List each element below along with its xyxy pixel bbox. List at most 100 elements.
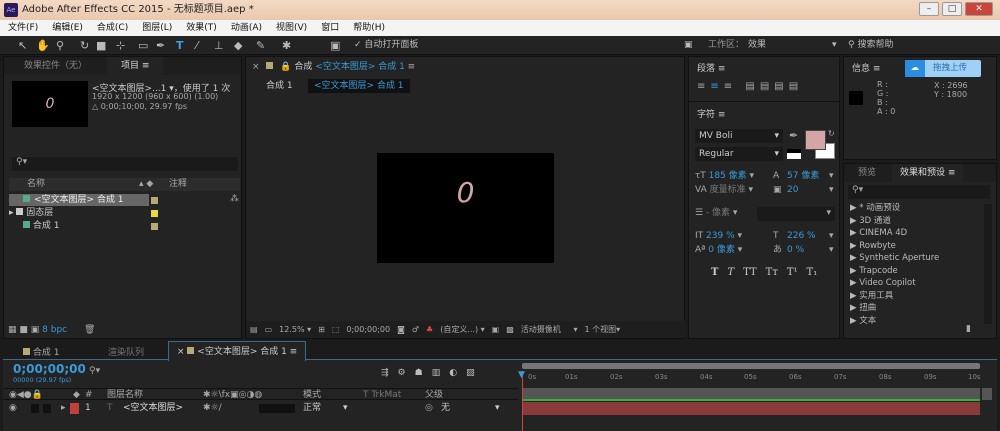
render-queue-tab[interactable]: 渲染队列 [108,345,144,358]
views-select[interactable]: 1 个视图▾ [585,321,621,338]
effects-category[interactable]: ▶ 文本 [844,315,982,328]
menu-animation[interactable]: 动画(A) [231,20,262,36]
tracking-field[interactable]: 20 [787,184,798,197]
leading-field[interactable]: 57 像素 [787,170,819,183]
menu-layer[interactable]: 图层(L) [142,20,172,36]
effects-category[interactable]: ▶ 3D 通道 [844,215,982,228]
selection-tool-icon[interactable]: ↖ [18,39,27,52]
hand-tool-icon[interactable]: ✋ [36,39,50,52]
menu-view[interactable]: 视图(V) [276,20,307,36]
effects-category[interactable]: ▶ * 动画预设 [844,202,982,215]
swap-colors-icon[interactable]: ↻ [828,129,835,138]
menu-composition[interactable]: 合成(C) [97,20,128,36]
current-time[interactable]: 0;00;00;00 [346,321,390,338]
timeline-scroll-handle[interactable] [982,388,992,400]
effects-search-input[interactable]: ⚲▾ [848,185,990,199]
font-size-field[interactable]: 185 像素 [709,171,747,181]
menu-window[interactable]: 窗口 [321,20,339,36]
close-button[interactable]: ✕ [965,2,993,16]
label-swatch[interactable] [151,210,158,217]
font-family-select[interactable]: MV Boli ▾ [695,129,783,143]
delete-icon[interactable]: 🗑 [84,325,95,335]
layer-name[interactable]: <空文本图层> [123,402,183,415]
roto-brush-tool-icon[interactable]: ✎ [256,39,265,52]
justify-all-icon[interactable]: ▤ [789,81,803,92]
project-item[interactable]: ▸ 固态层 [9,207,53,219]
label-swatch[interactable] [151,197,158,204]
interpret-footage-icon[interactable]: ▦ [8,325,17,335]
visibility-icon[interactable]: ◉ [9,402,17,415]
faux-bold-button[interactable]: T [711,267,718,278]
close-tab-icon[interactable]: × [252,62,260,72]
justify-right-icon[interactable]: ▤ [774,81,788,92]
comp-breadcrumb-item[interactable]: <空文本图层> 合成 1 [308,79,410,93]
shy-icon[interactable]: ☗ [415,368,432,378]
frame-blending-icon[interactable]: ▥ [432,368,450,378]
eraser-tool-icon[interactable]: ◆ [234,39,242,52]
maximize-button[interactable]: □ [942,2,962,16]
project-search-input[interactable]: ⚲▾ [12,157,238,171]
tab-preview[interactable]: 预览 [850,164,884,182]
subscript-button[interactable]: T₁ [807,267,818,278]
justify-center-icon[interactable]: ▤ [760,81,774,92]
clone-stamp-tool-icon[interactable]: ⊥ [214,39,224,52]
stroke-type-select[interactable]: ▾ [757,207,835,221]
monitor-icon[interactable]: ▭ [265,321,273,338]
layer-row[interactable]: ◉ ▸ 1 T <空文本图层> ✱☼/ 正常 ▾ ◎ 无 ▾ [3,402,518,415]
tab-effects-presets[interactable]: 效果和预设 ≡ [892,164,964,182]
work-area-bar[interactable] [522,363,980,369]
menu-file[interactable]: 文件(F) [8,20,38,36]
comp-breadcrumb-item[interactable]: 合成 1 [266,79,293,93]
pen-tool-icon[interactable]: ✒ [156,39,165,52]
kerning-field[interactable]: 度量标准 [710,185,746,195]
justify-left-icon[interactable]: ▤ [745,81,759,92]
align-right-icon[interactable]: ≡ [724,81,737,92]
workspace-select[interactable]: 效果 ▾ [748,39,838,52]
all-caps-button[interactable]: TT [743,267,757,278]
graph-editor-icon[interactable]: ▨ [466,368,484,378]
comp-tab[interactable]: × 🔒 合成 <空文本图层> 合成 1 ≡ [252,61,415,73]
font-style-select[interactable]: Regular ▾ [695,147,783,161]
menu-effect[interactable]: 效果(T) [186,20,217,36]
fill-color-swatch[interactable] [805,130,826,150]
puppet-pin-tool-icon[interactable]: ✱ [282,39,291,52]
motion-blur-icon[interactable]: ◐ [449,368,466,378]
new-preset-icon[interactable]: ▮ [966,324,971,334]
effects-category[interactable]: ▶ Synthetic Aperture [844,252,982,265]
lock-icon[interactable]: 🔒 [280,62,291,72]
draft-3d-icon[interactable]: ⚙ [398,368,415,378]
minimize-button[interactable]: – [919,2,939,16]
comp-flowchart-icon[interactable]: ⇶ [381,368,398,378]
camera-tool-icon[interactable]: ■ [96,39,106,52]
rotate-tool-icon[interactable]: ↻ [80,39,89,52]
superscript-button[interactable]: T¹ [787,267,798,278]
camera-select[interactable]: 活动摄像机 ▾ [521,321,578,338]
project-item[interactable]: 合成 1 [23,220,59,232]
tab-project[interactable]: 项目 ≡ [107,57,164,75]
label-swatch[interactable] [151,223,158,230]
timeline-tab[interactable]: 合成 1 [23,345,59,358]
brush-tool-icon[interactable]: ⁄ [196,39,198,52]
zoom-select[interactable]: 12.5% ▾ [279,321,311,338]
search-help[interactable]: ⚲ 搜索帮助 [848,39,893,52]
menu-edit[interactable]: 编辑(E) [52,20,83,36]
new-composition-icon[interactable]: ▣ [31,325,40,335]
col-layer-name[interactable]: 图层名称 [107,389,143,401]
zoom-tool-icon[interactable]: ⚲ [56,39,64,52]
text-tool-icon[interactable]: T [176,39,184,52]
timeline-search-input[interactable]: ⚲▾ [85,366,235,380]
pick-whip-icon[interactable]: ◎ [425,402,433,415]
stroke-width-field[interactable]: - 像素 [706,208,730,218]
small-caps-button[interactable]: Tт [766,267,778,278]
region-of-interest-icon[interactable]: ▣ [492,321,500,338]
auto-open-panels-checkbox[interactable]: ✓ 自动打开面板 [354,39,418,52]
transparency-icon[interactable]: ⬚ [332,321,340,338]
show-snapshot-icon[interactable]: ♂ [412,321,419,338]
channel-icon[interactable]: ♣ [426,321,433,338]
comp-canvas[interactable]: 0 [377,153,554,263]
project-item[interactable]: <空文本图层> 合成 1 [9,194,149,206]
layer-switches[interactable]: ✱☼/ [203,402,222,415]
rectangle-tool-icon[interactable]: ▭ [138,39,148,52]
align-left-icon[interactable]: ≡ [697,81,710,92]
align-center-icon[interactable]: ≡ [710,81,723,92]
